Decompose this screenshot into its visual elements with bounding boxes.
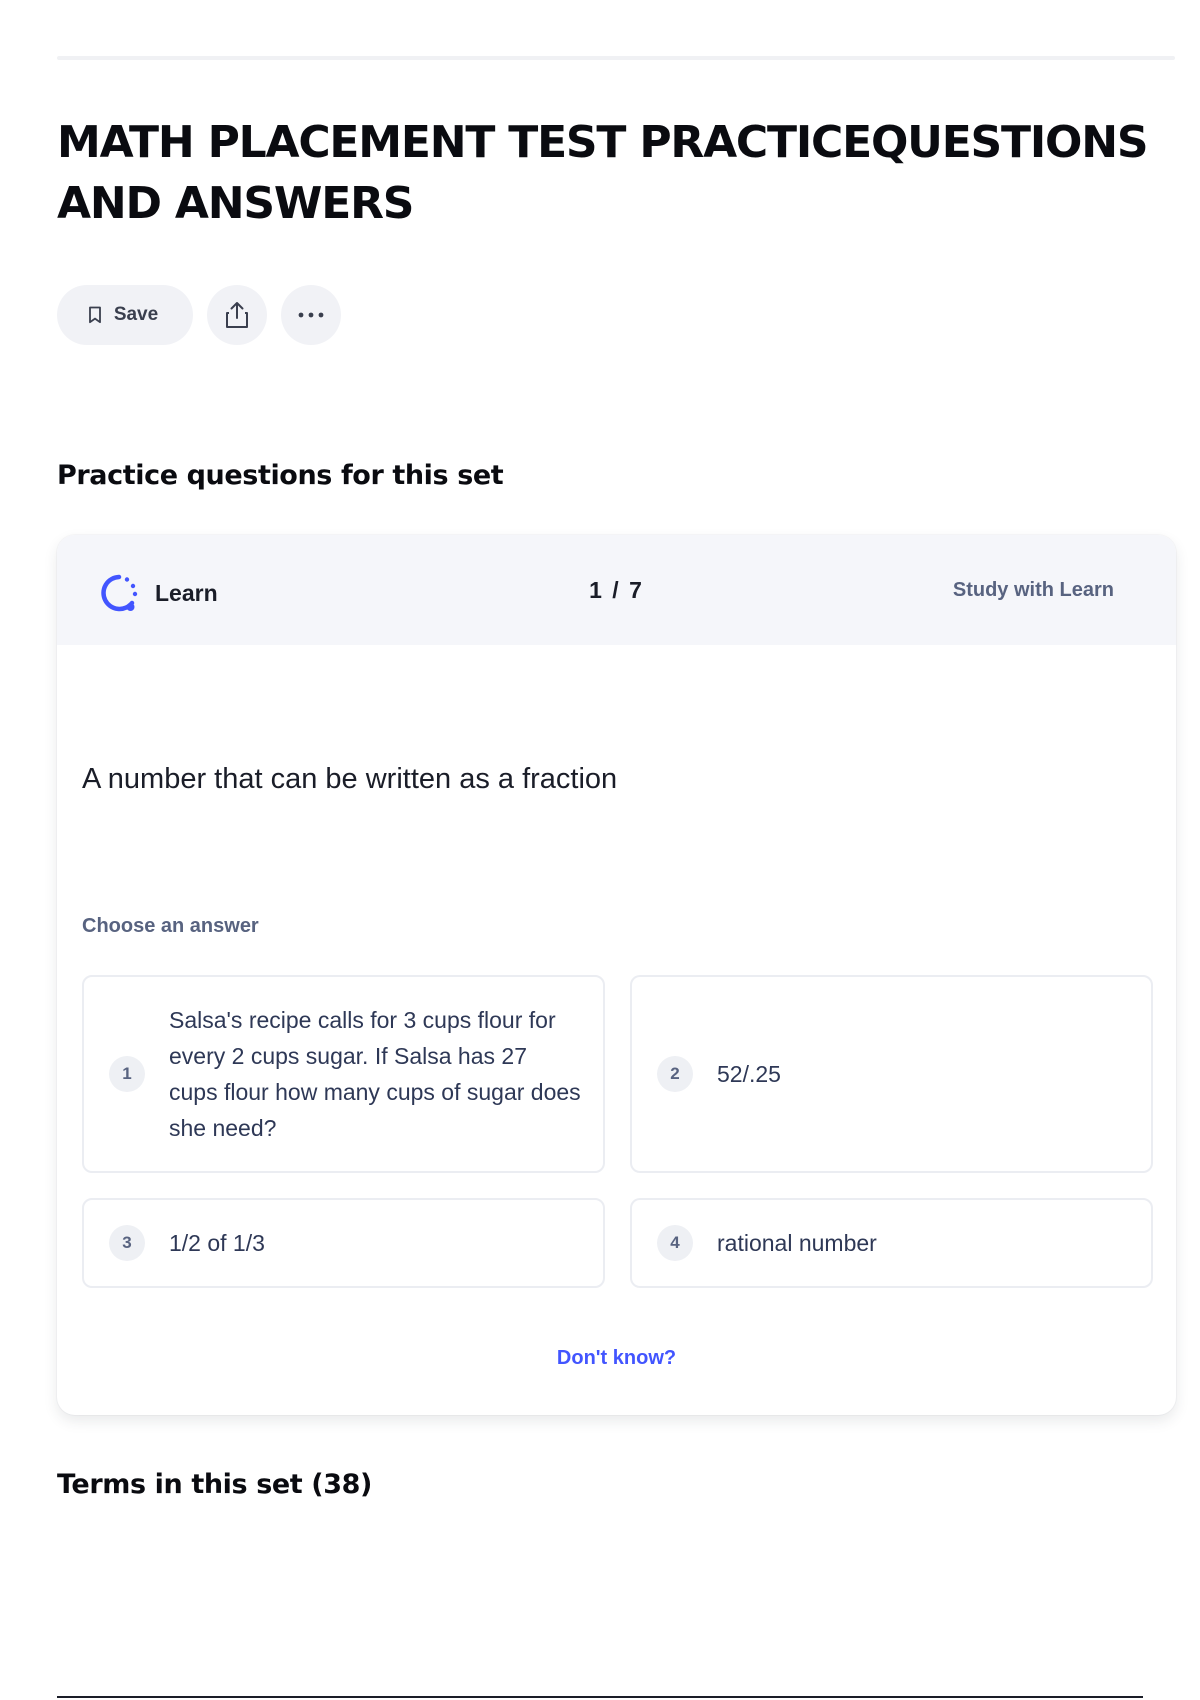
top-divider <box>57 56 1175 60</box>
share-icon <box>224 301 250 329</box>
option-text: 52/.25 <box>717 1061 781 1087</box>
choose-answer-label: Choose an answer <box>82 915 259 937</box>
option-number-badge: 3 <box>109 1225 145 1261</box>
option-text: Salsa's recipe calls for 3 cups flour fo… <box>169 1007 581 1141</box>
page: MATH PLACEMENT TEST PRACTICEQUESTIONS AN… <box>0 0 1200 1700</box>
practice-card: Learn 1 / 7 Study with Learn A number th… <box>57 535 1176 1415</box>
option-text: rational number <box>717 1230 877 1256</box>
page-title: MATH PLACEMENT TEST PRACTICEQUESTIONS AN… <box>57 117 1149 229</box>
terms-heading: Terms in this set (38) <box>57 1469 372 1500</box>
option-number-badge: 4 <box>657 1225 693 1261</box>
option-number-badge: 2 <box>657 1056 693 1092</box>
bookmark-icon <box>88 306 102 324</box>
option-number-badge: 1 <box>109 1056 145 1092</box>
study-with-learn-link[interactable]: Study with Learn <box>953 579 1114 602</box>
practice-card-header: Learn 1 / 7 Study with Learn <box>57 535 1176 645</box>
share-button[interactable] <box>207 285 267 345</box>
dont-know-button[interactable]: Don't know? <box>57 1347 1176 1370</box>
action-bar: Save <box>57 285 341 345</box>
bottom-divider <box>57 1696 1143 1698</box>
save-button-label: Save <box>113 304 159 325</box>
answer-option-3[interactable]: 3 1/2 of 1/3 <box>82 1198 605 1288</box>
option-text: 1/2 of 1/3 <box>169 1230 265 1256</box>
practice-heading: Practice questions for this set <box>57 460 504 491</box>
answer-option-4[interactable]: 4 rational number <box>630 1198 1153 1288</box>
question-prompt: A number that can be written as a fracti… <box>82 763 618 795</box>
answer-option-2[interactable]: 2 52/.25 <box>630 975 1153 1173</box>
more-icon <box>297 312 325 318</box>
answer-option-1[interactable]: 1 Salsa's recipe calls for 3 cups flour … <box>82 975 605 1173</box>
save-button[interactable]: Save <box>57 285 193 345</box>
more-options-button[interactable] <box>281 285 341 345</box>
